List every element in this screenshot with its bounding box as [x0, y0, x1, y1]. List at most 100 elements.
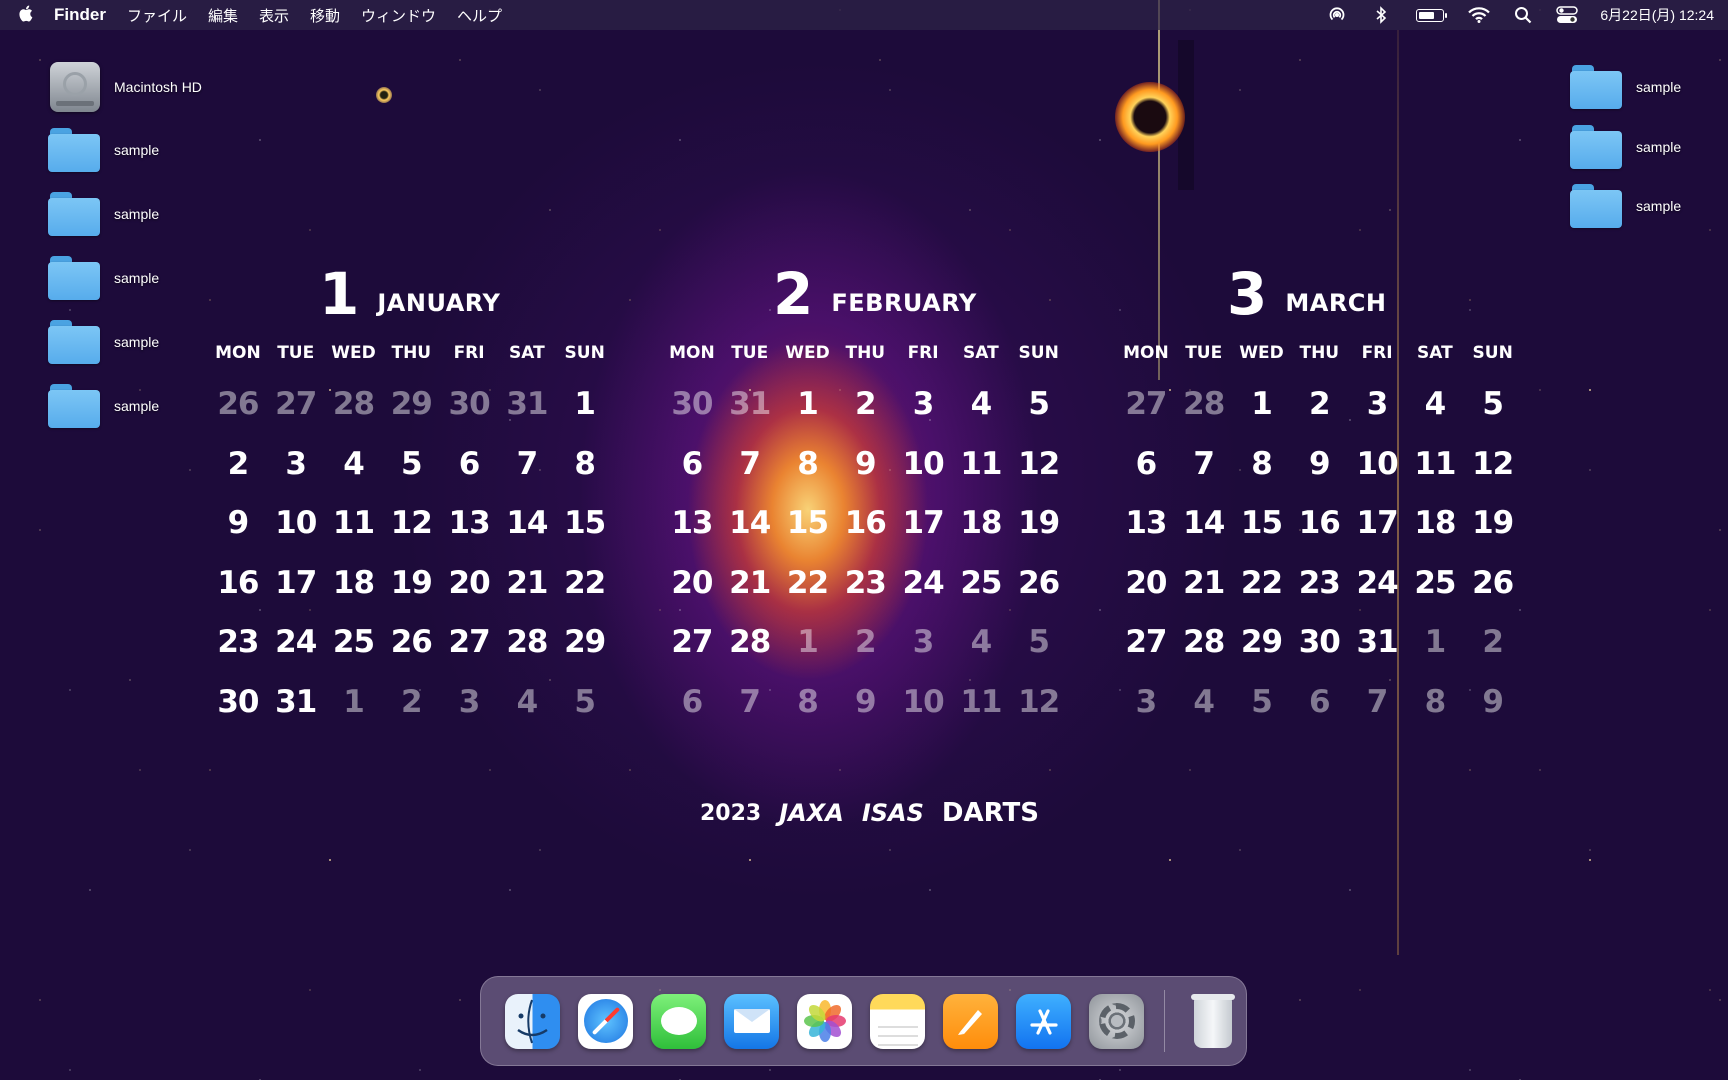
calendar-day-outside-month: 30 — [671, 386, 713, 422]
photos-icon[interactable] — [797, 993, 852, 1049]
desktop-item-label: sample — [114, 206, 160, 222]
day-grid: 30 31 1 2 3 4 5 6 7 8 9 10 11 12 13 14 15 16 17 18 19 20 21 22 2… — [663, 375, 1063, 732]
calendar-day: 14 — [506, 505, 548, 541]
calendar-day: 11 — [332, 505, 375, 541]
desktop-item-folder[interactable]: sample — [1570, 65, 1681, 109]
calendar-day-outside-month: 8 — [1424, 683, 1447, 720]
calendar-day: 5 — [1028, 386, 1050, 422]
desktop-item-macintosh-hd[interactable]: Macintosh HD — [50, 62, 202, 112]
desktop-item-folder[interactable]: sample — [48, 384, 159, 428]
desktop-item-folder[interactable]: sample — [48, 192, 159, 236]
weekday-label: MON — [1123, 343, 1169, 363]
calendar-day: 16 — [844, 505, 887, 541]
menu-window[interactable]: ウィンドウ — [361, 5, 436, 26]
calendar-day-outside-month: 1 — [797, 624, 819, 660]
folder-icon — [48, 320, 100, 364]
month-number: 2 — [773, 260, 814, 328]
messages-icon[interactable] — [651, 993, 706, 1049]
calendar-day-outside-month: 28 — [332, 386, 375, 422]
desktop-item-label: sample — [114, 398, 160, 414]
notes-icon[interactable] — [870, 993, 925, 1049]
menu-clock[interactable]: 6月22日(月) 12:24 — [1600, 5, 1714, 25]
control-center-icon[interactable] — [1556, 5, 1579, 25]
desktop-item-folder[interactable]: sample — [48, 128, 159, 172]
calendar-day: 26 — [390, 624, 433, 660]
weekday-label: THU — [1299, 343, 1340, 363]
menu-file[interactable]: ファイル — [127, 5, 187, 26]
weekday-header: MON TUE WED THU FRI SAT SUN — [209, 343, 609, 363]
calendar-day: 24 — [902, 564, 945, 601]
calendar-day: 3 — [285, 445, 307, 482]
menu-help[interactable]: ヘルプ — [457, 5, 502, 26]
calendar-day: 11 — [960, 445, 1002, 482]
calendar-day: 26 — [1472, 564, 1514, 601]
menu-go[interactable]: 移動 — [310, 5, 340, 26]
weekday-label: MON — [215, 343, 261, 363]
calendar-month-february: 2 FEBRUARY MON TUE WED THU FRI SAT SUN 30 31 1 2 3… — [663, 255, 1063, 732]
desktop-item-folder[interactable]: sample — [48, 256, 159, 300]
calendar-day: 17 — [902, 505, 945, 541]
weekday-label: SUN — [1472, 343, 1513, 363]
airdrop-icon[interactable] — [1326, 5, 1348, 25]
mail-icon[interactable] — [724, 993, 779, 1049]
menu-view[interactable]: 表示 — [259, 5, 289, 26]
calendar-day-outside-month: 5 — [1028, 624, 1050, 660]
calendar-day: 2 — [855, 386, 877, 422]
month-number: 1 — [319, 260, 360, 328]
desktop-item-folder[interactable]: sample — [48, 320, 159, 364]
calendar-day: 23 — [1298, 564, 1341, 601]
pages-icon[interactable] — [943, 993, 998, 1049]
calendar-day: 5 — [401, 445, 423, 482]
calendar-day-outside-month: 9 — [855, 683, 877, 720]
calendar-day-outside-month: 2 — [1482, 624, 1504, 660]
calendar-day: 10 — [275, 505, 317, 541]
system-preferences-icon[interactable] — [1089, 993, 1144, 1049]
weekday-label: WED — [785, 343, 830, 363]
calendar-month-january: 1 JANUARY MON TUE WED THU FRI SAT SUN 26 27 28 29… — [209, 255, 609, 732]
calendar-day: 19 — [390, 564, 433, 601]
calendar-day: 15 — [1240, 505, 1283, 541]
calendar-day: 4 — [970, 386, 993, 422]
search-icon[interactable] — [1512, 5, 1534, 25]
calendar-day-outside-month: 2 — [401, 683, 423, 720]
calendar-day: 16 — [217, 564, 259, 601]
desktop-item-folder[interactable]: sample — [1570, 184, 1681, 228]
trash-icon[interactable] — [1185, 994, 1240, 1049]
folder-icon — [48, 192, 100, 236]
calendar-footer: 2023 JAXA ISAS DARTS — [700, 798, 1039, 828]
calendar-day: 31 — [1356, 624, 1399, 660]
calendar-day-outside-month: 3 — [912, 624, 935, 660]
calendar-day: 25 — [1414, 564, 1456, 601]
calendar-day: 7 — [1193, 445, 1215, 482]
finder-icon[interactable] — [505, 993, 560, 1049]
desktop-item-folder[interactable]: sample — [1570, 125, 1681, 169]
wifi-icon[interactable] — [1468, 5, 1491, 25]
calendar-day: 29 — [1240, 624, 1283, 660]
app-name[interactable]: Finder — [54, 5, 106, 25]
bluetooth-icon[interactable] — [1370, 5, 1392, 25]
calendar-day: 19 — [1018, 505, 1060, 541]
calendar-day-outside-month: 8 — [797, 683, 819, 720]
calendar-day: 20 — [1125, 564, 1167, 601]
calendar-day: 22 — [1240, 564, 1283, 601]
safari-icon[interactable] — [578, 993, 633, 1049]
calendar-day: 4 — [1424, 386, 1447, 422]
apple-menu-icon[interactable] — [18, 5, 33, 26]
calendar-day: 8 — [574, 445, 596, 482]
calendar-day: 31 — [275, 683, 317, 720]
calendar-day-outside-month: 29 — [390, 386, 433, 422]
calendar-day: 21 — [506, 564, 548, 601]
calendar-day-outside-month: 4 — [970, 624, 993, 660]
menu-edit[interactable]: 編集 — [208, 5, 238, 26]
calendar-day: 4 — [343, 445, 365, 482]
desktop-item-label: Macintosh HD — [114, 79, 202, 95]
calendar-day: 6 — [681, 445, 704, 482]
calendar-day: 23 — [844, 564, 887, 601]
calendar-day: 14 — [1183, 505, 1225, 541]
battery-icon[interactable] — [1414, 5, 1448, 25]
app-store-icon[interactable] — [1016, 993, 1071, 1049]
month-name: JANUARY — [377, 289, 501, 317]
day-grid: 27 28 1 2 3 4 5 6 7 8 9 10 11 12 13 14 15 16 17 18 19 20 21 22 2… — [1117, 375, 1517, 732]
calendar-day-outside-month: 4 — [516, 683, 539, 720]
calendar-day: 2 — [1309, 386, 1331, 422]
